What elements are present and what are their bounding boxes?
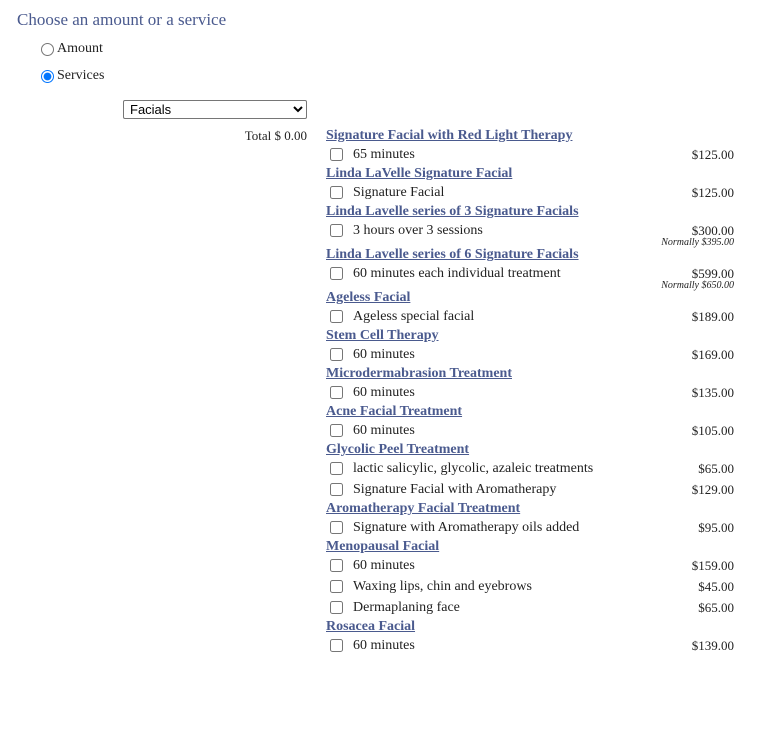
service-item[interactable]: Waxing lips, chin and eyebrows $45.00 [326, 576, 736, 597]
service-item[interactable]: 65 minutes $125.00 [326, 144, 736, 165]
service-group-title-link[interactable]: Stem Cell Therapy [326, 327, 736, 344]
service-item-price: $125.00 [691, 147, 734, 162]
service-item[interactable]: 60 minutes $105.00 [326, 420, 736, 441]
service-group-title-link[interactable]: Microdermabrasion Treatment [326, 365, 736, 382]
service-item-price: $129.00 [691, 482, 734, 497]
service-item[interactable]: 60 minutes $169.00 [326, 344, 736, 365]
service-group-title-link[interactable]: Ageless Facial [326, 289, 736, 306]
service-group: Glycolic Peel Treatment lactic salicylic,… [326, 441, 736, 500]
service-item[interactable]: Signature Facial with Aromatherapy $129.0… [326, 479, 736, 500]
service-group-title-link[interactable]: Acne Facial Treatment [326, 403, 736, 420]
service-group: Rosacea Facial 60 minutes $139.00 [326, 618, 736, 656]
service-item-price: $159.00 [691, 558, 734, 573]
service-item-checkbox[interactable] [330, 580, 343, 593]
service-item-price: $105.00 [691, 423, 734, 438]
service-item[interactable]: Signature Facial $125.00 [326, 182, 736, 203]
service-item-checkbox[interactable] [330, 186, 343, 199]
services-radio-row[interactable]: Services [41, 68, 104, 84]
services-radio-label: Services [57, 68, 105, 83]
service-item-label: Waxing lips, chin and eyebrows [353, 579, 532, 594]
service-item-label: Signature Facial [353, 185, 445, 200]
service-category-select[interactable]: Facials [123, 100, 307, 119]
service-group-title-link[interactable]: Linda LaVelle Signature Facial [326, 165, 736, 182]
service-group: Signature Facial with Red Light Therapy 6… [326, 127, 736, 165]
service-group-title-link[interactable]: Linda Lavelle series of 3 Signature Faci… [326, 203, 736, 220]
amount-radio-row[interactable]: Amount [41, 41, 103, 57]
service-group: Menopausal Facial 60 minutes $159.00 Waxing… [326, 538, 736, 618]
service-item-label: 60 minutes [353, 638, 415, 653]
service-item-checkbox[interactable] [330, 462, 343, 475]
service-item-checkbox[interactable] [330, 424, 343, 437]
service-item-checkbox[interactable] [330, 639, 343, 652]
service-item-label: 60 minutes each individual treatment [353, 266, 561, 281]
service-group: Acne Facial Treatment 60 minutes $105.00 [326, 403, 736, 441]
service-item-price: $65.00 [698, 600, 734, 615]
service-item-checkbox[interactable] [330, 483, 343, 496]
service-item[interactable]: 60 minutes $159.00 [326, 555, 736, 576]
service-item-label: lactic salicylic, glycolic, azaleic trea… [353, 461, 594, 476]
service-item[interactable]: Ageless special facial $189.00 [326, 306, 736, 327]
service-item-price: $65.00 [698, 461, 734, 476]
services-list: Signature Facial with Red Light Therapy 6… [326, 127, 736, 656]
service-group-title-link[interactable]: Glycolic Peel Treatment [326, 441, 736, 458]
service-item-label: Signature with Aromatherapy oils added [353, 520, 580, 535]
service-item-label: 65 minutes [353, 147, 415, 162]
service-group-title-link[interactable]: Aromatherapy Facial Treatment [326, 500, 736, 517]
service-group: Ageless Facial Ageless special facial $189… [326, 289, 736, 327]
service-item-checkbox[interactable] [330, 601, 343, 614]
service-item[interactable]: Signature with Aromatherapy oils added $9… [326, 517, 736, 538]
service-item[interactable]: lactic salicylic, glycolic, azaleic trea… [326, 458, 736, 479]
service-item-price: $125.00 [691, 185, 734, 200]
service-item[interactable]: Dermaplaning face $65.00 [326, 597, 736, 618]
service-item[interactable]: 60 minutes $139.00 [326, 635, 736, 656]
service-item-checkbox[interactable] [330, 267, 343, 280]
amount-radio-label: Amount [57, 41, 103, 56]
service-item-label: Ageless special facial [353, 309, 475, 324]
service-item[interactable]: 60 minutes $135.00 [326, 382, 736, 403]
page-title: Choose an amount or a service [17, 10, 227, 29]
service-item-price: $599.00 [691, 266, 734, 281]
service-item-label: Dermaplaning face [353, 600, 460, 615]
service-group: Aromatherapy Facial Treatment Signature w… [326, 500, 736, 538]
service-item-label: 3 hours over 3 sessions [353, 223, 483, 238]
service-item-label: 60 minutes [353, 347, 415, 362]
service-item-label: 60 minutes [353, 423, 415, 438]
service-item-label: 60 minutes [353, 385, 415, 400]
amount-radio[interactable] [41, 42, 54, 56]
service-group-title-link[interactable]: Menopausal Facial [326, 538, 736, 555]
service-group-title-link[interactable]: Rosacea Facial [326, 618, 736, 635]
service-group: Linda Lavelle series of 3 Signature Faci… [326, 203, 736, 248]
service-group-title-link[interactable]: Linda Lavelle series of 6 Signature Faci… [326, 246, 736, 263]
service-item-price: $189.00 [691, 309, 734, 324]
service-group: Linda Lavelle series of 6 Signature Faci… [326, 246, 736, 291]
service-item-checkbox[interactable] [330, 559, 343, 572]
service-item-price: $135.00 [691, 385, 734, 400]
service-item-price: $45.00 [698, 579, 734, 594]
service-item-label: 60 minutes [353, 558, 415, 573]
service-group: Microdermabrasion Treatment 60 minutes $13… [326, 365, 736, 403]
service-item-price: $169.00 [691, 347, 734, 362]
service-item[interactable]: 60 minutes each individual treatment $599… [326, 263, 736, 284]
service-group: Linda LaVelle Signature Facial Signature … [326, 165, 736, 203]
services-radio[interactable] [41, 69, 54, 83]
service-group-title-link[interactable]: Signature Facial with Red Light Therapy [326, 127, 736, 144]
service-item[interactable]: 3 hours over 3 sessions $300.00 [326, 220, 736, 241]
service-item-price: $95.00 [698, 520, 734, 535]
service-item-price: $139.00 [691, 638, 734, 653]
total-amount: Total $ 0.00 [244, 128, 307, 143]
service-item-checkbox[interactable] [330, 148, 343, 161]
service-item-checkbox[interactable] [330, 348, 343, 361]
service-item-label: Signature Facial with Aromatherapy [353, 482, 557, 497]
service-item-price: $300.00 [691, 223, 734, 238]
service-group: Stem Cell Therapy 60 minutes $169.00 [326, 327, 736, 365]
service-item-checkbox[interactable] [330, 224, 343, 237]
service-item-checkbox[interactable] [330, 310, 343, 323]
service-item-checkbox[interactable] [330, 386, 343, 399]
service-item-checkbox[interactable] [330, 521, 343, 534]
